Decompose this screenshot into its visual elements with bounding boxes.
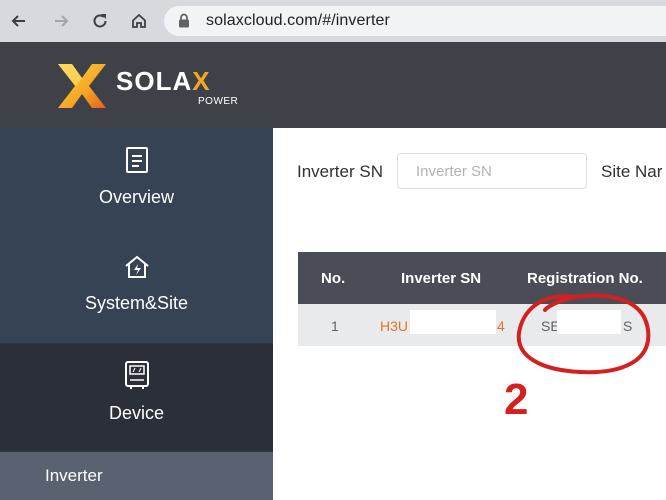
sidebar-item-system-site[interactable]: System&Site [0, 254, 273, 314]
sidebar-subitem-label: Inverter [45, 466, 103, 485]
app-header: SOLAX POWER [0, 42, 666, 128]
inverter-table: No. Inverter SN Registration No. 1 H3U 4… [298, 252, 666, 346]
sidebar-subitem-inverter[interactable]: Inverter [0, 452, 273, 500]
table-header: No. Inverter SN Registration No. [298, 252, 666, 304]
browser-toolbar: solaxcloud.com/#/inverter [0, 0, 666, 42]
sidebar-item-device[interactable]: Device [0, 360, 273, 424]
logo-x-icon [58, 64, 106, 108]
table-row[interactable]: 1 H3U 4 SE S [298, 304, 666, 346]
sidebar-item-label: Device [108, 403, 165, 423]
column-header-registration-no: Registration No. [527, 270, 643, 287]
column-header-no: No. [321, 270, 346, 287]
column-header-inverter-sn: Inverter SN [401, 270, 482, 287]
reload-icon[interactable] [87, 8, 113, 34]
address-bar[interactable]: solaxcloud.com/#/inverter [164, 6, 666, 36]
brand-wordmark: SOLAX [116, 66, 211, 96]
redaction-box [557, 310, 621, 334]
inverter-icon [0, 360, 273, 395]
home-icon[interactable] [126, 8, 152, 34]
url-text: solaxcloud.com/#/inverter [206, 12, 390, 29]
back-icon[interactable] [6, 8, 32, 34]
lock-icon [178, 13, 190, 34]
brand-tagline: POWER [198, 96, 239, 107]
sidebar-item-overview[interactable]: Overview [0, 146, 273, 208]
cell-inverter-sn-prefix[interactable]: H3U [380, 318, 408, 334]
sidebar-item-label: System&Site [84, 293, 189, 313]
forward-icon[interactable] [48, 8, 74, 34]
inverter-sn-input[interactable] [397, 153, 587, 189]
cell-no: 1 [331, 318, 339, 334]
document-icon [0, 146, 273, 179]
house-bolt-icon [0, 254, 273, 285]
inverter-sn-label: Inverter SN [297, 162, 383, 181]
solax-logo[interactable]: SOLAX POWER [54, 60, 238, 112]
sidebar-item-label: Overview [98, 187, 174, 207]
cell-registration-suffix: S [623, 318, 633, 334]
redaction-box [410, 310, 496, 334]
main-content: Inverter SN Site Nar No. Inverter SN Reg… [273, 128, 666, 500]
cell-inverter-sn-suffix[interactable]: 4 [497, 318, 505, 334]
site-name-label: Site Nar [601, 162, 663, 181]
